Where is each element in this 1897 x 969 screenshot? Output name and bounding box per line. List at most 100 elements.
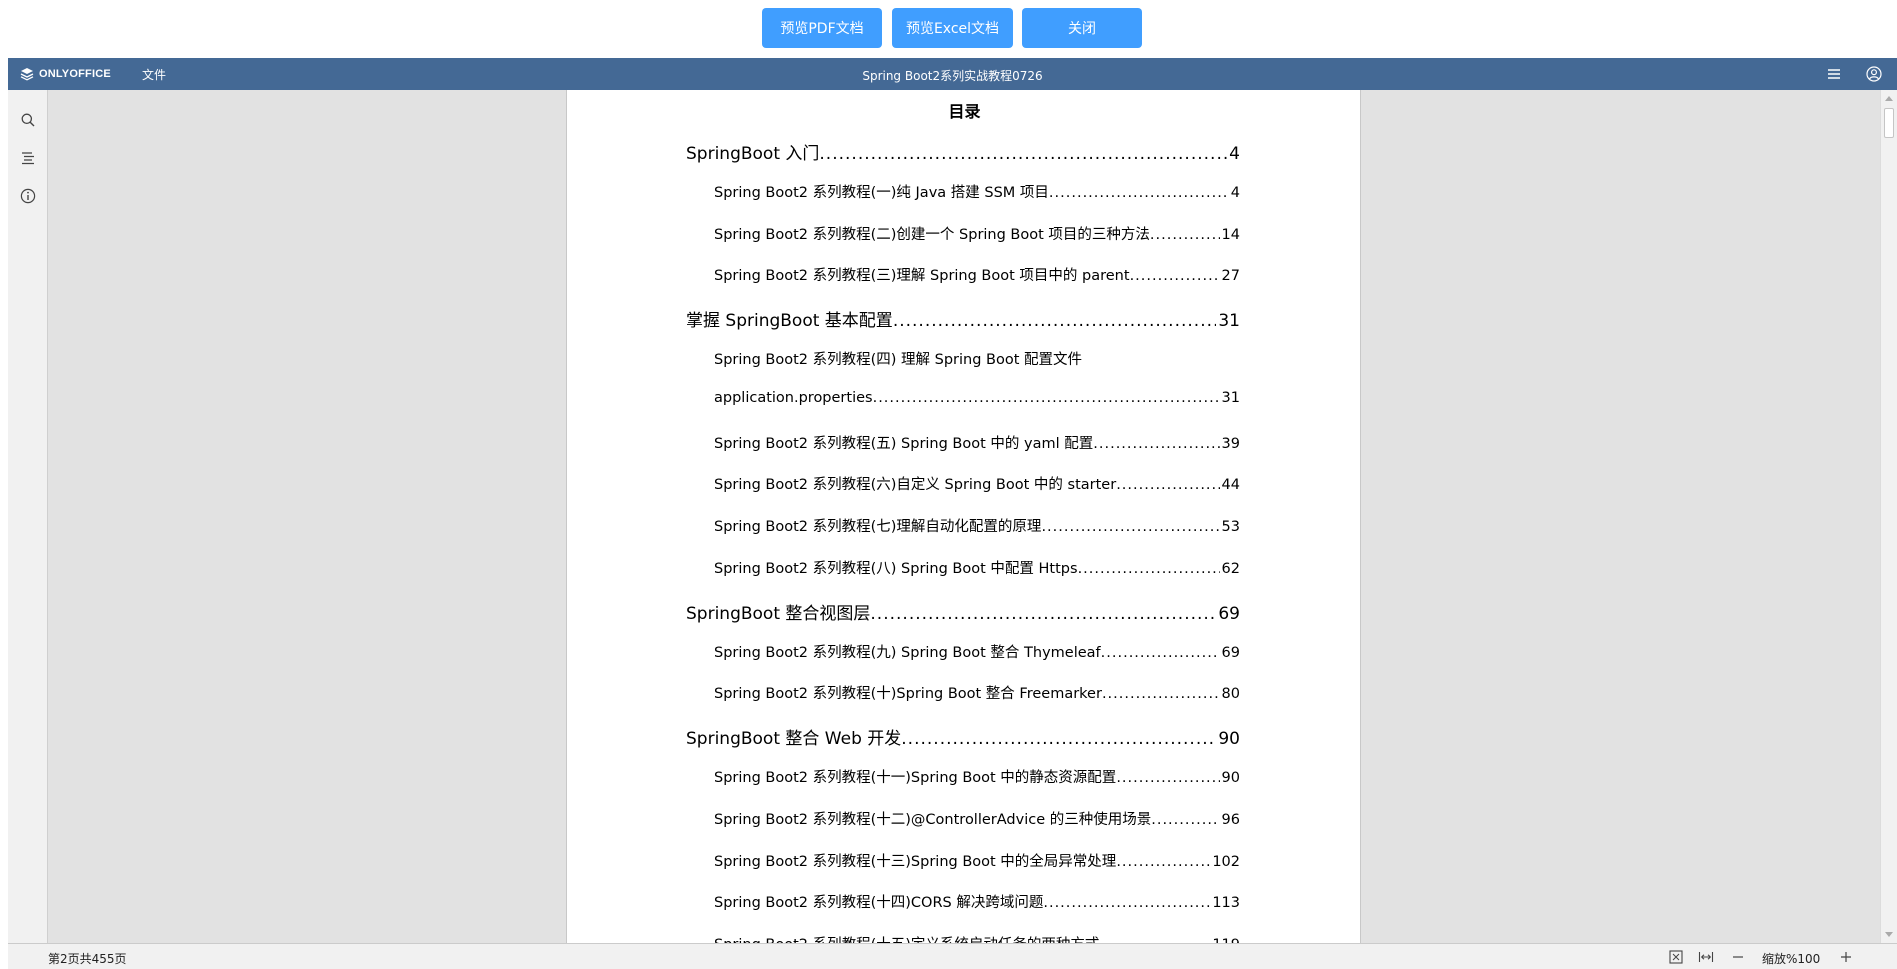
menu-icon[interactable] bbox=[1826, 66, 1842, 82]
toc-dot-leader bbox=[873, 390, 1220, 406]
info-icon[interactable] bbox=[20, 188, 36, 204]
toc-dot-leader bbox=[1116, 770, 1219, 786]
toc-page-number: 80 bbox=[1221, 686, 1240, 703]
toc-dot-leader bbox=[1101, 645, 1220, 661]
toc-dot-leader bbox=[1041, 519, 1219, 535]
toc-page-number: 69 bbox=[1218, 603, 1240, 624]
vertical-scrollbar[interactable] bbox=[1880, 90, 1897, 943]
zoom-out-icon[interactable] bbox=[1730, 949, 1746, 965]
left-toolbar bbox=[8, 90, 48, 943]
top-action-bar: 预览PDF文档 预览Excel文档 关闭 bbox=[0, 0, 1897, 58]
toc-dot-leader bbox=[819, 144, 1227, 164]
document-editor: ONLYOFFICE 文件 Spring Boot2系列实战教程0726 目录 bbox=[8, 58, 1897, 969]
toc-page-number: 90 bbox=[1221, 770, 1240, 786]
toc-entry-title: Spring Boot2 系列教程(五) Spring Boot 中的 yaml… bbox=[714, 435, 1094, 452]
file-menu[interactable]: 文件 bbox=[142, 66, 166, 83]
status-bar: 第2页共455页 缩放%100 bbox=[8, 943, 1897, 969]
toc-entry-title: Spring Boot2 系列教程(三)理解 Spring Boot 项目中的 … bbox=[714, 268, 1130, 285]
toc-page-number: 31 bbox=[1221, 389, 1240, 406]
page-info: 第2页共455页 bbox=[48, 952, 127, 966]
toc-dot-leader bbox=[1093, 436, 1219, 452]
toc-section-entry[interactable]: Spring Boot2 系列教程(四) 理解 Spring Boot 配置文件 bbox=[714, 348, 1240, 369]
toc-dot-leader bbox=[1078, 561, 1220, 577]
toc-page-number: 69 bbox=[1221, 644, 1240, 661]
toc-section-entry[interactable]: Spring Boot2 系列教程(十二)@ControllerAdvice 的… bbox=[714, 808, 1240, 829]
document-title: Spring Boot2系列实战教程0726 bbox=[862, 69, 1043, 83]
toc-entry-title: Spring Boot2 系列教程(十二)@ControllerAdvice 的… bbox=[714, 811, 1152, 828]
toc-entry-title: Spring Boot2 系列教程(十)Spring Boot 整合 Freem… bbox=[714, 686, 1102, 703]
toc-chapter-entry[interactable]: SpringBoot 整合 Web 开发 90 bbox=[686, 724, 1240, 749]
logo-text: ONLYOFFICE bbox=[39, 68, 111, 80]
toc-entry-title: Spring Boot2 系列教程(六)自定义 Spring Boot 中的 s… bbox=[714, 477, 1117, 494]
toc-dot-leader bbox=[1151, 812, 1219, 828]
toc-page-number: 14 bbox=[1221, 226, 1240, 243]
close-button[interactable]: 关闭 bbox=[1022, 8, 1142, 48]
search-icon[interactable] bbox=[20, 112, 36, 128]
toc-section-entry[interactable]: Spring Boot2 系列教程(一)纯 Java 搭建 SSM 项目 4 bbox=[714, 181, 1240, 202]
fit-page-icon[interactable] bbox=[1668, 949, 1684, 965]
toc-page-number: 4 bbox=[1230, 184, 1240, 201]
toc-section-entry[interactable]: Spring Boot2 系列教程(十三)Spring Boot 中的全局异常处… bbox=[714, 850, 1240, 871]
toc-chapter-entry[interactable]: SpringBoot 整合视图层 69 bbox=[686, 599, 1240, 624]
toc-section-entry[interactable]: Spring Boot2 系列教程(二)创建一个 Spring Boot 项目的… bbox=[714, 223, 1240, 244]
toc-section-entry[interactable]: Spring Boot2 系列教程(五) Spring Boot 中的 yaml… bbox=[714, 432, 1240, 453]
toc-entry-title: application.properties bbox=[714, 389, 873, 406]
zoom-in-icon[interactable] bbox=[1838, 949, 1854, 965]
toc-section-entry[interactable]: Spring Boot2 系列教程(十)Spring Boot 整合 Freem… bbox=[714, 682, 1240, 703]
toc-page-number: 90 bbox=[1218, 729, 1240, 750]
logo-layers-icon bbox=[20, 68, 34, 81]
toc-dot-leader bbox=[1150, 227, 1220, 243]
toc-dot-leader bbox=[901, 729, 1216, 749]
toc-entry-title: Spring Boot2 系列教程(七)理解自动化配置的原理 bbox=[714, 519, 1042, 536]
user-icon[interactable] bbox=[1866, 66, 1882, 82]
zoom-level[interactable]: 缩放%100 bbox=[1762, 950, 1820, 967]
scroll-down-arrow-icon[interactable] bbox=[1885, 932, 1893, 937]
scroll-up-arrow-icon[interactable] bbox=[1885, 96, 1893, 101]
toc-entry-title: Spring Boot2 系列教程(四) 理解 Spring Boot 配置文件 bbox=[714, 352, 1083, 368]
toc-entry-title: Spring Boot2 系列教程(十三)Spring Boot 中的全局异常处… bbox=[714, 853, 1117, 870]
toc-entry-title: Spring Boot2 系列教程(十一)Spring Boot 中的静态资源配… bbox=[714, 770, 1117, 786]
toc-page-number: 39 bbox=[1221, 435, 1240, 452]
toc-section-entry[interactable]: application.properties 31 bbox=[714, 390, 1240, 406]
toc-chapter-entry[interactable]: SpringBoot 入门 4 bbox=[686, 139, 1240, 164]
toc-entry-title: Spring Boot2 系列教程(十五)定义系统启动任务的两种方式 bbox=[714, 933, 1099, 943]
toc-page-number: 96 bbox=[1221, 811, 1240, 828]
navigation-icon[interactable] bbox=[20, 150, 36, 166]
toc-dot-leader bbox=[870, 604, 1216, 624]
toc-section-entry[interactable]: Spring Boot2 系列教程(七)理解自动化配置的原理 53 bbox=[714, 515, 1240, 536]
toc-page-number: 4 bbox=[1229, 144, 1240, 164]
toc-dot-leader bbox=[1102, 686, 1220, 702]
toc-section-entry[interactable]: Spring Boot2 系列教程(八) Spring Boot 中配置 Htt… bbox=[714, 557, 1240, 578]
toc-dot-leader bbox=[1130, 268, 1220, 284]
toc-section-entry[interactable]: Spring Boot2 系列教程(十四)CORS 解决跨域问题 113 bbox=[714, 891, 1240, 912]
toc-dot-leader bbox=[1116, 477, 1219, 493]
toc-section-entry[interactable]: Spring Boot2 系列教程(三)理解 Spring Boot 项目中的 … bbox=[714, 264, 1240, 285]
document-page[interactable]: 目录 SpringBoot 入门4Spring Boot2 系列教程(一)纯 J… bbox=[566, 90, 1361, 943]
toc-section-entry[interactable]: Spring Boot2 系列教程(六)自定义 Spring Boot 中的 s… bbox=[714, 473, 1240, 494]
toc-entry-title: Spring Boot2 系列教程(九) Spring Boot 整合 Thym… bbox=[714, 644, 1101, 661]
toc-section-entry[interactable]: Spring Boot2 系列教程(九) Spring Boot 整合 Thym… bbox=[714, 641, 1240, 662]
toc-dot-leader bbox=[1043, 895, 1210, 911]
toc-entry-title: Spring Boot2 系列教程(八) Spring Boot 中配置 Htt… bbox=[714, 561, 1078, 577]
toc-page-number: 102 bbox=[1212, 853, 1240, 870]
toc-page-number: 31 bbox=[1218, 311, 1240, 332]
toc-page-number: 113 bbox=[1212, 895, 1240, 912]
preview-pdf-button[interactable]: 预览PDF文档 bbox=[762, 8, 882, 48]
toc-page-number: 27 bbox=[1221, 268, 1240, 285]
toc-dot-leader bbox=[1116, 854, 1210, 870]
document-area[interactable]: 目录 SpringBoot 入门4Spring Boot2 系列教程(一)纯 J… bbox=[48, 90, 1897, 943]
toc-page-number: 62 bbox=[1221, 561, 1240, 577]
editor-header: ONLYOFFICE 文件 Spring Boot2系列实战教程0726 bbox=[8, 58, 1897, 90]
toc-dot-leader bbox=[1049, 185, 1229, 201]
preview-excel-button[interactable]: 预览Excel文档 bbox=[892, 8, 1013, 48]
toc-entry-title: SpringBoot 整合视图层 bbox=[686, 603, 871, 624]
toc-chapter-entry[interactable]: 掌握 SpringBoot 基本配置 31 bbox=[686, 306, 1240, 331]
fit-width-icon[interactable] bbox=[1698, 949, 1714, 965]
toc-entry-title: Spring Boot2 系列教程(十四)CORS 解决跨域问题 bbox=[714, 895, 1044, 912]
scroll-thumb[interactable] bbox=[1884, 108, 1894, 138]
toc-entry-title: SpringBoot 入门 bbox=[686, 144, 820, 164]
toc-section-entry[interactable]: Spring Boot2 系列教程(十五)定义系统启动任务的两种方式119 bbox=[714, 933, 1240, 943]
onlyoffice-logo: ONLYOFFICE bbox=[20, 66, 111, 82]
toc-section-entry[interactable]: Spring Boot2 系列教程(十一)Spring Boot 中的静态资源配… bbox=[714, 766, 1240, 787]
toc-page-number: 53 bbox=[1221, 519, 1240, 536]
